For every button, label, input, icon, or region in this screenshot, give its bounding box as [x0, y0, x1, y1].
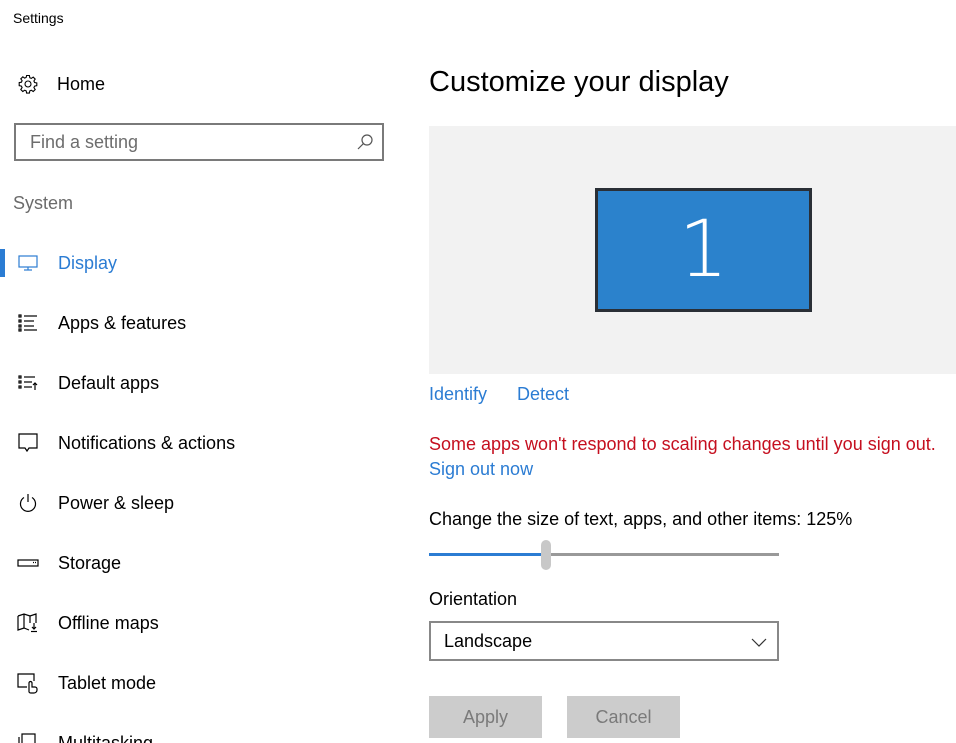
monitor-icon: [17, 252, 39, 274]
orientation-label: Orientation: [429, 589, 517, 610]
orientation-selected-value: Landscape: [444, 631, 532, 652]
sign-out-now-link[interactable]: Sign out now: [429, 459, 533, 480]
sidebar-item-power-sleep[interactable]: Power & sleep: [0, 473, 400, 533]
tablet-touch-icon: [17, 672, 39, 694]
slider-thumb[interactable]: [541, 540, 551, 570]
sidebar-item-tablet-mode[interactable]: Tablet mode: [0, 653, 400, 713]
gear-icon: [17, 73, 39, 95]
sidebar-home-label: Home: [57, 74, 105, 95]
active-indicator: [0, 249, 5, 277]
apply-button[interactable]: Apply: [429, 696, 542, 738]
sidebar-item-label: Tablet mode: [58, 673, 156, 694]
page-title: Customize your display: [429, 66, 729, 99]
search-box[interactable]: [14, 123, 384, 161]
scale-slider[interactable]: [429, 539, 779, 571]
detect-link[interactable]: Detect: [517, 384, 569, 405]
drive-icon: [17, 552, 39, 574]
sidebar-item-storage[interactable]: Storage: [0, 533, 400, 593]
sidebar-item-default-apps[interactable]: Default apps: [0, 353, 400, 413]
sidebar-item-offline-maps[interactable]: Offline maps: [0, 593, 400, 653]
sidebar-item-apps-features[interactable]: Apps & features: [0, 293, 400, 353]
sidebar-item-notifications[interactable]: Notifications & actions: [0, 413, 400, 473]
speech-bubble-icon: [17, 432, 39, 454]
sidebar-item-label: Default apps: [58, 373, 159, 394]
monitor-1[interactable]: 1: [595, 188, 812, 312]
search-input[interactable]: [16, 132, 336, 153]
sidebar-item-label: Offline maps: [58, 613, 159, 634]
display-preview: 1: [429, 126, 956, 374]
map-download-icon: [17, 612, 39, 634]
search-icon[interactable]: [356, 133, 374, 151]
sidebar-item-label: Notifications & actions: [58, 433, 235, 454]
window-title: Settings: [13, 10, 64, 26]
default-apps-icon: [17, 372, 39, 394]
monitor-number: 1: [679, 211, 729, 289]
multitasking-icon: [17, 732, 39, 743]
scaling-warning: Some apps won't respond to scaling chang…: [429, 434, 936, 455]
sidebar-item-label: Power & sleep: [58, 493, 174, 514]
sidebar-nav: Display Apps & features Default apps: [0, 233, 400, 743]
sidebar-item-display[interactable]: Display: [0, 233, 400, 293]
chevron-down-icon: [751, 635, 767, 647]
sidebar-item-label: Storage: [58, 553, 121, 574]
power-icon: [17, 492, 39, 514]
sidebar-item-label: Multitasking: [58, 733, 153, 743]
section-label-system: System: [13, 193, 73, 214]
sidebar-item-label: Apps & features: [58, 313, 186, 334]
sidebar-home[interactable]: Home: [17, 70, 105, 98]
cancel-button[interactable]: Cancel: [567, 696, 680, 738]
scale-label: Change the size of text, apps, and other…: [429, 509, 852, 530]
sidebar-item-label: Display: [58, 253, 117, 274]
list-icon: [17, 312, 39, 334]
sidebar-item-multitasking[interactable]: Multitasking: [0, 713, 400, 743]
identify-link[interactable]: Identify: [429, 384, 487, 405]
slider-fill: [429, 553, 546, 556]
orientation-dropdown[interactable]: Landscape: [429, 621, 779, 661]
